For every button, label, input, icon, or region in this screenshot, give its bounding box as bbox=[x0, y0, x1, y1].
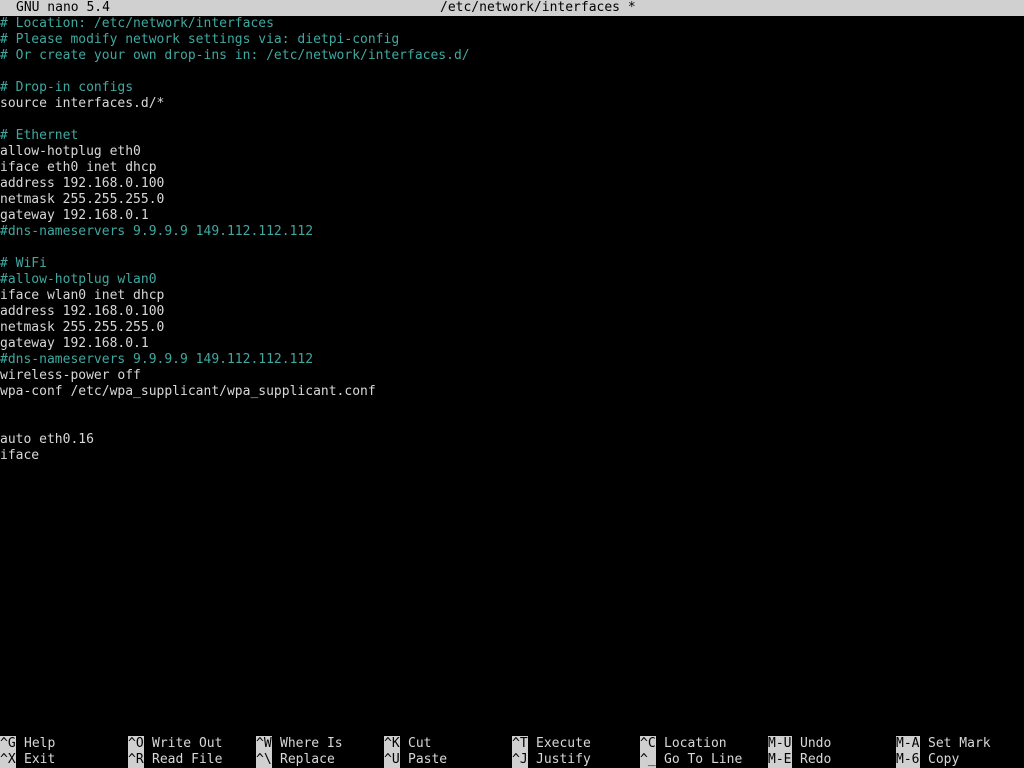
shortcut-label: Write Out bbox=[152, 736, 223, 751]
code-line[interactable] bbox=[0, 240, 1024, 256]
comment-line[interactable]: # Please modify network settings via: di… bbox=[0, 32, 1024, 48]
code-line[interactable]: gateway 192.168.0.1 bbox=[0, 208, 1024, 224]
shortcut-label: Set Mark bbox=[928, 736, 991, 751]
shortcut-key: ^O bbox=[128, 736, 144, 752]
shortcut-item[interactable]: M-A Set Mark bbox=[896, 736, 991, 752]
shortcut-key: ^X bbox=[0, 752, 16, 768]
code-line[interactable]: address 192.168.0.100 bbox=[0, 304, 1024, 320]
code-line[interactable]: gateway 192.168.0.1 bbox=[0, 336, 1024, 352]
file-path: /etc/network/interfaces * bbox=[440, 0, 636, 15]
code-line[interactable] bbox=[0, 112, 1024, 128]
shortcut-key: ^_ bbox=[640, 752, 656, 768]
shortcut-item[interactable]: ^_ Go To Line bbox=[640, 752, 742, 768]
shortcut-label: Where Is bbox=[280, 736, 343, 751]
shortcut-item[interactable]: ^J Justify bbox=[512, 752, 591, 768]
shortcut-label: Replace bbox=[280, 752, 335, 767]
text-editor-area[interactable]: # Location: /etc/network/interfaces # Ple… bbox=[0, 16, 1024, 736]
comment-line[interactable]: # Ethernet bbox=[0, 128, 1024, 144]
app-name: GNU nano 5.4 bbox=[16, 0, 110, 15]
code-line[interactable]: netmask 255.255.255.0 bbox=[0, 320, 1024, 336]
shortcut-label: Exit bbox=[24, 752, 56, 767]
shortcut-key: ^J bbox=[512, 752, 528, 768]
shortcut-key: M-6 bbox=[896, 752, 920, 768]
shortcut-item[interactable]: ^C Location bbox=[640, 736, 727, 752]
shortcut-key: ^R bbox=[128, 752, 144, 768]
shortcut-key: ^U bbox=[384, 752, 400, 768]
shortcut-label: Justify bbox=[536, 752, 591, 767]
code-line[interactable]: iface eth0 inet dhcp bbox=[0, 160, 1024, 176]
shortcut-key: ^G bbox=[0, 736, 16, 752]
shortcut-key: ^\ bbox=[256, 752, 272, 768]
comment-line[interactable]: # Location: /etc/network/interfaces bbox=[0, 16, 1024, 32]
comment-line[interactable]: #dns-nameservers 9.9.9.9 149.112.112.112 bbox=[0, 224, 1024, 240]
shortcut-key: ^W bbox=[256, 736, 272, 752]
shortcut-key: M-U bbox=[768, 736, 792, 752]
code-line[interactable] bbox=[0, 416, 1024, 432]
shortcut-label: Paste bbox=[408, 752, 448, 767]
shortcut-item[interactable]: M-6 Copy bbox=[896, 752, 959, 768]
shortcut-key: ^T bbox=[512, 736, 528, 752]
comment-line[interactable]: # WiFi bbox=[0, 256, 1024, 272]
code-line[interactable]: wpa-conf /etc/wpa_supplicant/wpa_supplic… bbox=[0, 384, 1024, 400]
shortcut-item[interactable]: ^W Where Is bbox=[256, 736, 343, 752]
shortcut-item[interactable]: ^T Execute bbox=[512, 736, 591, 752]
shortcut-key: M-E bbox=[768, 752, 792, 768]
shortcut-key: M-A bbox=[896, 736, 920, 752]
shortcut-item[interactable]: ^K Cut bbox=[384, 736, 431, 752]
shortcut-item[interactable]: M-E Redo bbox=[768, 752, 831, 768]
comment-line[interactable]: # Drop-in configs bbox=[0, 80, 1024, 96]
code-line[interactable]: address 192.168.0.100 bbox=[0, 176, 1024, 192]
code-line[interactable] bbox=[0, 64, 1024, 80]
code-line[interactable]: auto eth0.16 bbox=[0, 432, 1024, 448]
shortcut-key: ^C bbox=[640, 736, 656, 752]
shortcut-item[interactable]: ^X Exit bbox=[0, 752, 55, 768]
shortcut-item[interactable]: ^U Paste bbox=[384, 752, 447, 768]
shortcut-item[interactable]: ^R Read File bbox=[128, 752, 222, 768]
shortcut-label: Copy bbox=[928, 752, 960, 767]
shortcut-label: Redo bbox=[800, 752, 832, 767]
shortcut-label: Cut bbox=[408, 736, 432, 751]
shortcut-item[interactable]: ^G Help bbox=[0, 736, 55, 752]
shortcut-key: ^K bbox=[384, 736, 400, 752]
shortcut-bar: ^G Help ^X Exit ^O Write Out ^R Read File ^W Wher… bbox=[0, 736, 1024, 768]
comment-line[interactable]: #dns-nameservers 9.9.9.9 149.112.112.112 bbox=[0, 352, 1024, 368]
shortcut-label: Execute bbox=[536, 736, 591, 751]
code-line[interactable]: source interfaces.d/* bbox=[0, 96, 1024, 112]
comment-line[interactable]: #allow-hotplug wlan0 bbox=[0, 272, 1024, 288]
shortcut-item[interactable]: ^O Write Out bbox=[128, 736, 222, 752]
code-line[interactable]: wireless-power off bbox=[0, 368, 1024, 384]
shortcut-label: Help bbox=[24, 736, 56, 751]
comment-line[interactable]: # Or create your own drop-ins in: /etc/n… bbox=[0, 48, 1024, 64]
shortcut-item[interactable]: ^\ Replace bbox=[256, 752, 335, 768]
shortcut-label: Read File bbox=[152, 752, 223, 767]
shortcut-label: Undo bbox=[800, 736, 832, 751]
code-line[interactable] bbox=[0, 400, 1024, 416]
code-line[interactable]: netmask 255.255.255.0 bbox=[0, 192, 1024, 208]
shortcut-label: Go To Line bbox=[664, 752, 743, 767]
code-line[interactable]: iface bbox=[0, 448, 1024, 464]
shortcut-label: Location bbox=[664, 736, 727, 751]
code-line[interactable]: iface wlan0 inet dhcp bbox=[0, 288, 1024, 304]
code-line[interactable]: allow-hotplug eth0 bbox=[0, 144, 1024, 160]
shortcut-item[interactable]: M-U Undo bbox=[768, 736, 831, 752]
title-bar: GNU nano 5.4 /etc/network/interfaces * bbox=[0, 0, 1024, 16]
